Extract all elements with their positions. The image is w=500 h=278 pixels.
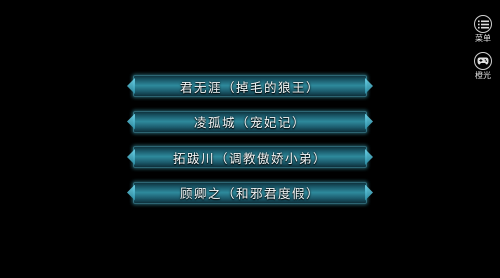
choice-label: 拓跋川（调教傲娇小弟） (172, 150, 327, 166)
choice-button-gu-qingzhi[interactable]: 顾卿之（和邪君度假） (133, 181, 367, 204)
choice-label: 顾卿之（和邪君度假） (179, 186, 320, 201)
gamepad-icon (474, 52, 492, 70)
orange-light-button[interactable]: 橙光 (471, 52, 495, 80)
list-menu-icon (474, 15, 492, 33)
choice-button-jun-wuya[interactable]: 君无涯（掉毛的狼王） (133, 75, 367, 97)
choice-button-ling-gucheng[interactable]: 凌孤城（宠妃记） (133, 110, 367, 133)
orange-light-label: 橙光 (475, 71, 491, 80)
menu-label: 菜单 (475, 34, 491, 43)
menu-button[interactable]: 菜单 (471, 15, 495, 43)
choice-label: 凌孤城（宠妃记） (193, 115, 306, 130)
choice-button-tuoba-chuan[interactable]: 拓跋川（调教傲娇小弟） (133, 146, 367, 168)
story-choice-list: 君无涯（掉毛的狼王） 凌孤城（宠妃记） 拓跋川（调教傲娇小弟） 顾卿之（和邪君度… (133, 75, 367, 217)
choice-label: 君无涯（掉毛的狼王） (179, 79, 320, 95)
